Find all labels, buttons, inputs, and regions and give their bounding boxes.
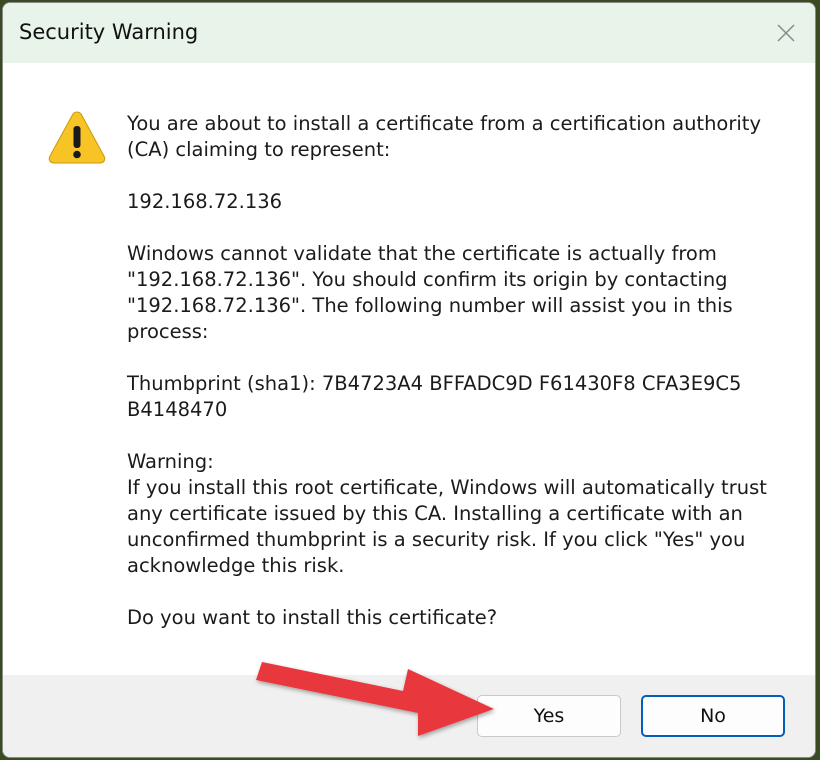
validation-text: Windows cannot validate that the certifi…	[127, 242, 733, 343]
host-address: 192.168.72.136	[127, 190, 283, 213]
button-bar: Yes No	[3, 675, 815, 757]
thumbprint-line: Thumbprint (sha1): 7B4723A4 BFFADC9D F61…	[127, 372, 742, 395]
warning-body: If you install this root certificate, Wi…	[127, 476, 767, 577]
close-button[interactable]	[763, 11, 809, 55]
warning-heading: Warning:	[127, 450, 214, 473]
install-question: Do you want to install this certificate?	[127, 606, 498, 629]
no-button[interactable]: No	[641, 695, 785, 737]
close-icon	[777, 24, 795, 42]
warning-icon	[48, 111, 106, 164]
thumbprint-continuation: B4148470	[127, 398, 228, 421]
intro-text: You are about to install a certificate f…	[127, 112, 761, 161]
title-bar: Security Warning	[3, 3, 815, 63]
security-warning-dialog: Security Warning You are about to instal…	[2, 2, 816, 758]
yes-button[interactable]: Yes	[477, 695, 621, 737]
dialog-content: You are about to install a certificate f…	[3, 63, 815, 675]
window-title: Security Warning	[19, 20, 199, 44]
